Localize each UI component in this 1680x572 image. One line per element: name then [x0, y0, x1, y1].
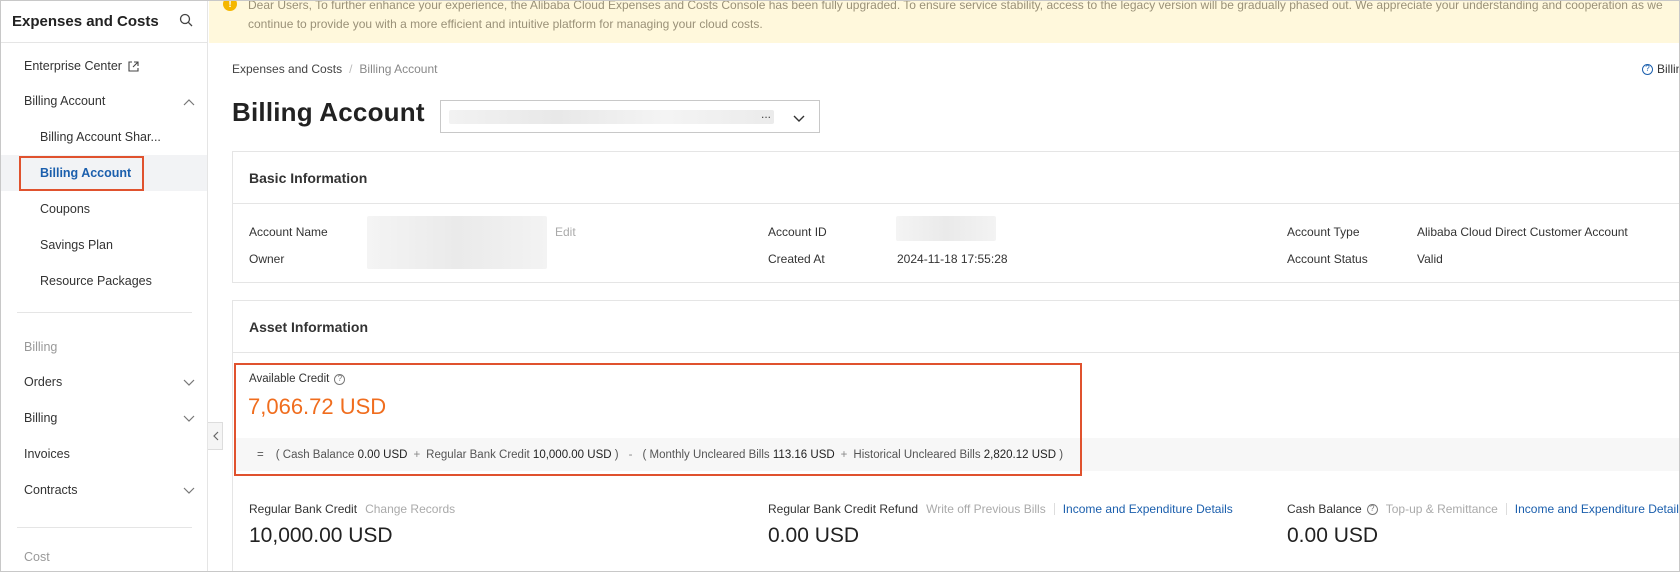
breadcrumb-current: Billing Account [359, 62, 438, 76]
regular-refund-value: 0.00 USD [768, 524, 860, 547]
account-type-value: Alibaba Cloud Direct Customer Account [1417, 225, 1628, 239]
sidebar-item-contracts[interactable]: Contracts [1, 472, 207, 508]
sidebar-item-label: Orders [24, 375, 63, 389]
account-type-label: Account Type [1287, 225, 1360, 239]
regular-refund-label: Regular Bank Credit Refund [768, 502, 919, 516]
highlight-box-sidebar [19, 156, 144, 191]
help-icon[interactable]: ? [1366, 503, 1378, 515]
sidebar-item-savings-plan[interactable]: Savings Plan [1, 227, 207, 263]
help-link-label: Billin [1657, 62, 1680, 76]
regular-credit-label-row: Regular Bank Credit Change Records [249, 502, 455, 516]
regular-credit-label: Regular Bank Credit [249, 502, 358, 516]
basic-info-title: Basic Information [233, 152, 1679, 204]
sidebar-collapse-button[interactable] [208, 422, 223, 450]
account-select-suffix: ... [761, 107, 772, 121]
sidebar-item-label: Billing Account Shar... [40, 130, 161, 144]
topup-link[interactable]: Top-up & Remittance [1386, 502, 1498, 516]
redacted-account-name [367, 216, 547, 269]
owner-label: Owner [249, 252, 285, 266]
sidebar-header: Expenses and Costs [1, 1, 207, 43]
account-select[interactable]: ... [440, 100, 820, 133]
sidebar-item-enterprise-center[interactable]: Enterprise Center [1, 48, 207, 84]
sidebar-item-billing-account-sharing[interactable]: Billing Account Shar... [1, 119, 207, 155]
sidebar-item-orders[interactable]: Orders [1, 364, 207, 400]
regular-refund-label-row: Regular Bank Credit Refund Write off Pre… [768, 502, 1233, 516]
account-status-value: Valid [1417, 252, 1443, 266]
account-name-label: Account Name [249, 225, 328, 239]
cash-balance-value: 0.00 USD [1287, 524, 1379, 547]
help-link[interactable]: ? Billin [1642, 62, 1680, 76]
cash-balance-label-row: Cash Balance ? Top-up & Remittance Incom… [1287, 502, 1679, 516]
sidebar-item-label: Invoices [24, 447, 70, 461]
search-icon[interactable] [179, 13, 193, 30]
chevron-left-icon [212, 431, 218, 441]
chevron-down-icon [183, 376, 195, 390]
link-separator [1505, 503, 1507, 515]
chevron-up-icon [183, 95, 195, 109]
regular-credit-value: 10,000.00 USD [249, 524, 393, 547]
sidebar-item-billing[interactable]: Billing [1, 400, 207, 436]
sidebar-item-label: Enterprise Center [24, 59, 122, 73]
sidebar: Expenses and Costs Enterprise Center Bil… [1, 1, 208, 571]
chevron-down-icon [183, 412, 195, 426]
created-at-value: 2024-11-18 17:55:28 [897, 252, 1008, 266]
sidebar-title: Expenses and Costs [12, 13, 159, 30]
sidebar-item-billing-account-group[interactable]: Billing Account [1, 83, 207, 119]
sidebar-group-cost: Cost [24, 550, 50, 564]
sidebar-item-label: Billing [24, 411, 58, 425]
cash-balance-label: Cash Balance [1287, 502, 1362, 516]
sidebar-item-label: Savings Plan [40, 238, 113, 252]
account-id-label: Account ID [768, 225, 827, 239]
redacted-account [449, 110, 774, 124]
sidebar-item-label: Contracts [24, 483, 78, 497]
sidebar-item-label: Resource Packages [40, 274, 152, 288]
account-status-label: Account Status [1287, 252, 1368, 266]
sidebar-item-invoices[interactable]: Invoices [1, 436, 207, 472]
highlight-box-credit [234, 363, 1082, 476]
app-frame: Expenses and Costs Enterprise Center Bil… [0, 0, 1680, 572]
warning-icon: ! [223, 1, 237, 11]
income-expenditure-link[interactable]: Income and Expenditure Details [1063, 502, 1233, 516]
sidebar-group-billing: Billing [24, 340, 58, 354]
breadcrumb: Expenses and Costs / Billing Account [232, 62, 438, 76]
asset-info-title: Asset Information [233, 301, 1679, 353]
notice-text: Dear Users, To further enhance your expe… [248, 0, 1663, 31]
income-expenditure-link[interactable]: Income and Expenditure Details [1515, 502, 1679, 516]
page-title: Billing Account [232, 97, 425, 127]
edit-link[interactable]: Edit [555, 225, 576, 239]
breadcrumb-root[interactable]: Expenses and Costs [232, 62, 342, 76]
redacted-account-id [896, 216, 996, 241]
help-icon: ? [1642, 63, 1653, 75]
created-at-label: Created At [768, 252, 825, 266]
sidebar-item-label: Billing Account [24, 94, 106, 108]
sidebar-item-resource-packages[interactable]: Resource Packages [1, 263, 207, 299]
chevron-down-icon [183, 484, 195, 498]
link-separator [1053, 503, 1055, 515]
external-link-icon [128, 60, 139, 72]
write-off-link[interactable]: Write off Previous Bills [926, 502, 1046, 516]
chevron-down-icon [793, 111, 805, 126]
notice-banner: ! Dear Users, To further enhance your ex… [209, 0, 1679, 43]
change-records-link[interactable]: Change Records [365, 502, 455, 516]
sidebar-divider [17, 527, 192, 528]
sidebar-item-label: Coupons [40, 202, 91, 216]
sidebar-item-coupons[interactable]: Coupons [1, 191, 207, 227]
sidebar-divider [17, 312, 192, 313]
